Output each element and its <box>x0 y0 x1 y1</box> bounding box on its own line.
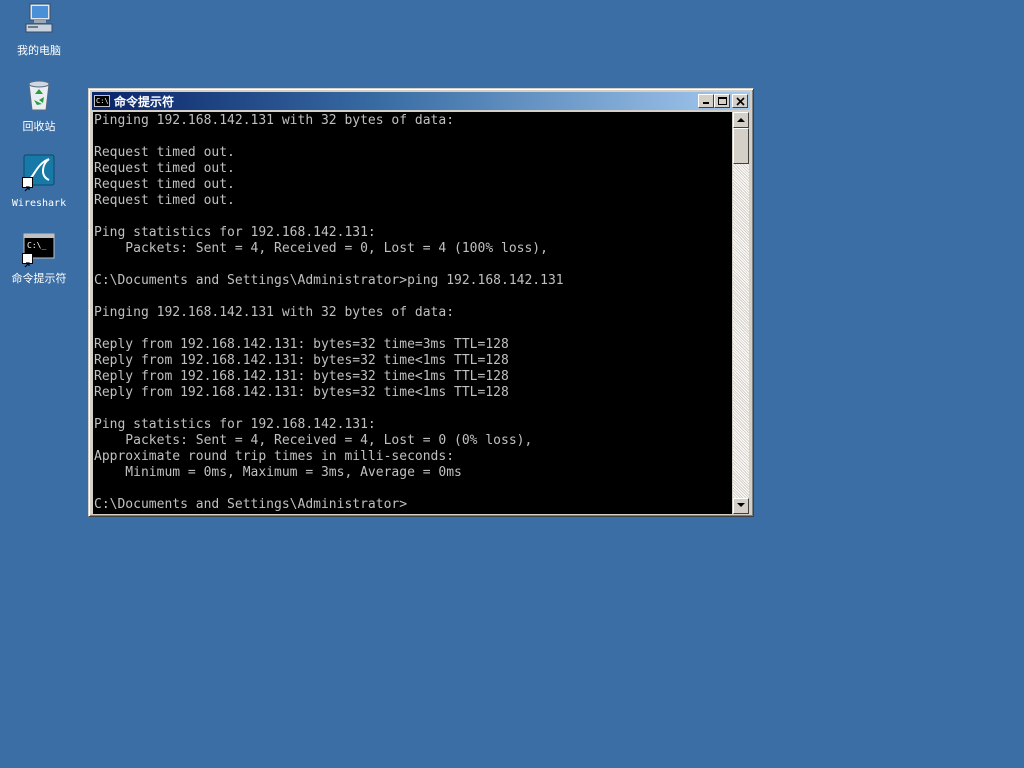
console-line: Request timed out. <box>94 145 235 160</box>
arrow-down-icon <box>737 503 745 507</box>
shortcut-arrow-icon <box>22 253 33 268</box>
scroll-down-button[interactable] <box>733 498 749 514</box>
console-text: Pinging 192.168.142.131 with 32 bytes of… <box>93 112 732 513</box>
command-prompt-icon: C:\_ <box>22 230 56 268</box>
console-line: Approximate round trip times in milli-se… <box>94 449 455 464</box>
vertical-scrollbar[interactable] <box>733 112 749 514</box>
console-app-icon[interactable]: C:\ <box>94 95 110 107</box>
wireshark-icon <box>22 154 56 192</box>
console-line: Minimum = 0ms, Maximum = 3ms, Average = … <box>94 465 462 480</box>
console-line: Reply from 192.168.142.131: bytes=32 tim… <box>94 337 509 352</box>
shortcut-arrow-icon <box>22 177 33 192</box>
maximize-icon <box>718 97 727 105</box>
my-computer-icon <box>22 2 56 36</box>
desktop-icon-my-computer[interactable]: 我的电脑 <box>4 2 74 58</box>
desktop-icon-command-prompt[interactable]: C:\_ 命令提示符 <box>4 230 74 286</box>
console-line: Ping statistics for 192.168.142.131: <box>94 417 376 432</box>
console-line: Reply from 192.168.142.131: bytes=32 tim… <box>94 353 509 368</box>
desktop-icon-label: 命令提示符 <box>11 272 67 285</box>
desktop-icon-recycle-bin[interactable]: 回收站 <box>4 78 74 134</box>
console-line: Reply from 192.168.142.131: bytes=32 tim… <box>94 369 509 384</box>
console-line: Request timed out. <box>94 161 235 176</box>
desktop-icon-label: Wireshark <box>11 198 67 209</box>
close-icon <box>736 97 745 106</box>
console-line: Pinging 192.168.142.131 with 32 bytes of… <box>94 305 455 320</box>
minimize-button[interactable] <box>698 94 714 108</box>
window-titlebar[interactable]: C:\ 命令提示符 <box>92 92 750 110</box>
console-line: C:\Documents and Settings\Administrator> <box>94 497 408 512</box>
console-line: Request timed out. <box>94 177 235 192</box>
console-line: Request timed out. <box>94 193 235 208</box>
recycle-bin-icon <box>22 78 56 112</box>
console-line: Pinging 192.168.142.131 with 32 bytes of… <box>94 113 455 128</box>
desktop-icon-label: 我的电脑 <box>17 44 61 57</box>
arrow-up-icon <box>737 118 745 122</box>
console-line: Reply from 192.168.142.131: bytes=32 tim… <box>94 385 509 400</box>
minimize-icon <box>703 102 709 104</box>
window-title: 命令提示符 <box>114 94 175 109</box>
scrollbar-thumb[interactable] <box>733 128 749 164</box>
svg-text:C:\_: C:\_ <box>27 241 46 250</box>
scroll-up-button[interactable] <box>733 112 749 128</box>
maximize-button[interactable] <box>714 94 730 108</box>
console-line: C:\Documents and Settings\Administrator>… <box>94 273 564 288</box>
console-line: Ping statistics for 192.168.142.131: <box>94 225 376 240</box>
command-prompt-window[interactable]: C:\ 命令提示符 Pinging 192.168.142.131 with 3… <box>88 88 754 517</box>
console-output-area[interactable]: Pinging 192.168.142.131 with 32 bytes of… <box>93 112 732 514</box>
console-line: Packets: Sent = 4, Received = 0, Lost = … <box>94 241 548 256</box>
desktop-icon-wireshark[interactable]: Wireshark <box>4 154 74 210</box>
close-button[interactable] <box>732 94 748 108</box>
console-line: Packets: Sent = 4, Received = 4, Lost = … <box>94 433 533 448</box>
desktop-icon-label: 回收站 <box>22 120 56 133</box>
window-controls <box>698 94 748 108</box>
